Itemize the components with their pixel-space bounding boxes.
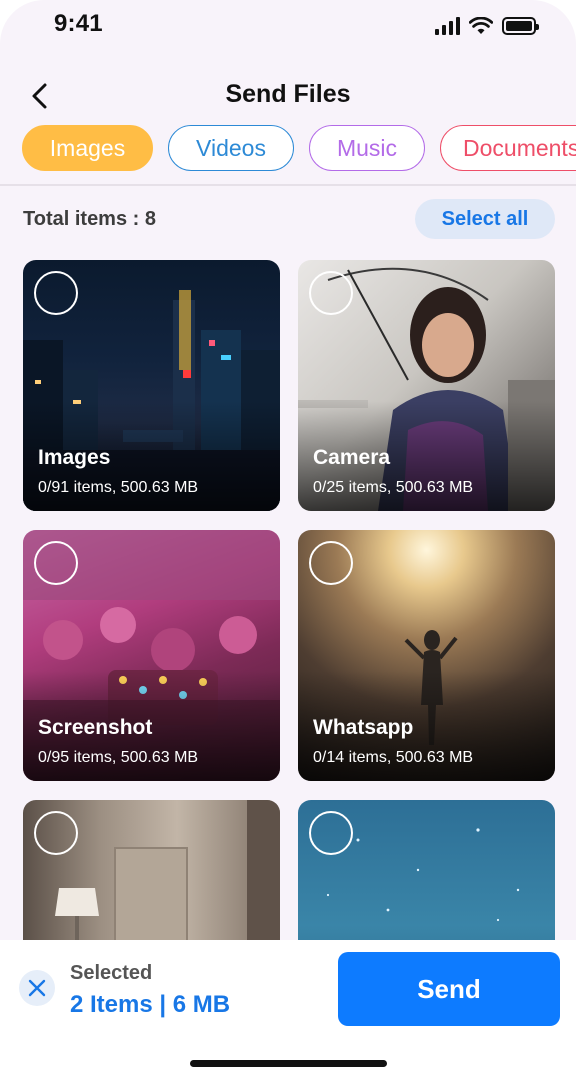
status-bar: 9:41	[0, 0, 576, 56]
summary-row: Total items : 8 Select all	[0, 196, 576, 242]
select-circle[interactable]	[309, 541, 353, 585]
select-circle[interactable]	[34, 541, 78, 585]
tab-images[interactable]: Images	[22, 125, 153, 171]
close-icon	[28, 979, 46, 997]
folder-name: Images	[38, 446, 111, 469]
battery-icon	[502, 17, 539, 35]
wifi-icon	[469, 17, 493, 34]
select-circle[interactable]	[34, 811, 78, 855]
select-circle[interactable]	[309, 271, 353, 315]
folder-card-images[interactable]: Images 0/91 items, 500.63 MB	[23, 260, 280, 511]
select-all-button[interactable]: Select all	[415, 199, 555, 239]
folder-meta: 0/14 items, 500.63 MB	[313, 749, 474, 766]
send-button[interactable]: Send	[338, 952, 560, 1026]
selected-label: Selected	[70, 962, 153, 984]
cellular-signal-icon	[435, 17, 460, 35]
folder-meta: 0/91 items, 500.63 MB	[38, 479, 199, 496]
folder-name: Whatsapp	[313, 716, 414, 739]
home-indicator[interactable]	[190, 1060, 387, 1067]
folder-card-camera[interactable]: Camera 0/25 items, 500.63 MB	[298, 260, 555, 511]
folder-name: Screenshot	[38, 716, 153, 739]
divider	[0, 184, 576, 186]
tab-music[interactable]: Music	[309, 125, 425, 171]
select-circle[interactable]	[34, 271, 78, 315]
clear-selection-button[interactable]	[19, 970, 55, 1006]
folder-name: Camera	[313, 446, 391, 469]
status-time: 9:41	[54, 10, 103, 37]
selected-summary: 2 Items | 6 MB	[70, 991, 231, 1018]
file-type-tabs: Images Videos Music Documents	[22, 125, 576, 171]
select-circle[interactable]	[309, 811, 353, 855]
tab-documents[interactable]: Documents	[440, 125, 576, 171]
selection-bar: Selected 2 Items | 6 MB Send	[0, 940, 576, 1080]
page-title: Send Files	[225, 80, 351, 108]
status-icons	[435, 15, 539, 37]
folder-card-screenshot[interactable]: Screenshot 0/95 items, 500.63 MB	[23, 530, 280, 781]
folder-meta: 0/25 items, 500.63 MB	[313, 479, 474, 496]
send-files-screen: 9:41 Send Files Images Videos Music Docu…	[0, 0, 576, 1080]
tab-videos[interactable]: Videos	[168, 125, 294, 171]
folder-meta: 0/95 items, 500.63 MB	[38, 749, 199, 766]
folder-card-whatsapp[interactable]: Whatsapp 0/14 items, 500.63 MB	[298, 530, 555, 781]
header: Send Files	[0, 70, 576, 122]
total-items-label: Total items : 8	[23, 208, 156, 230]
